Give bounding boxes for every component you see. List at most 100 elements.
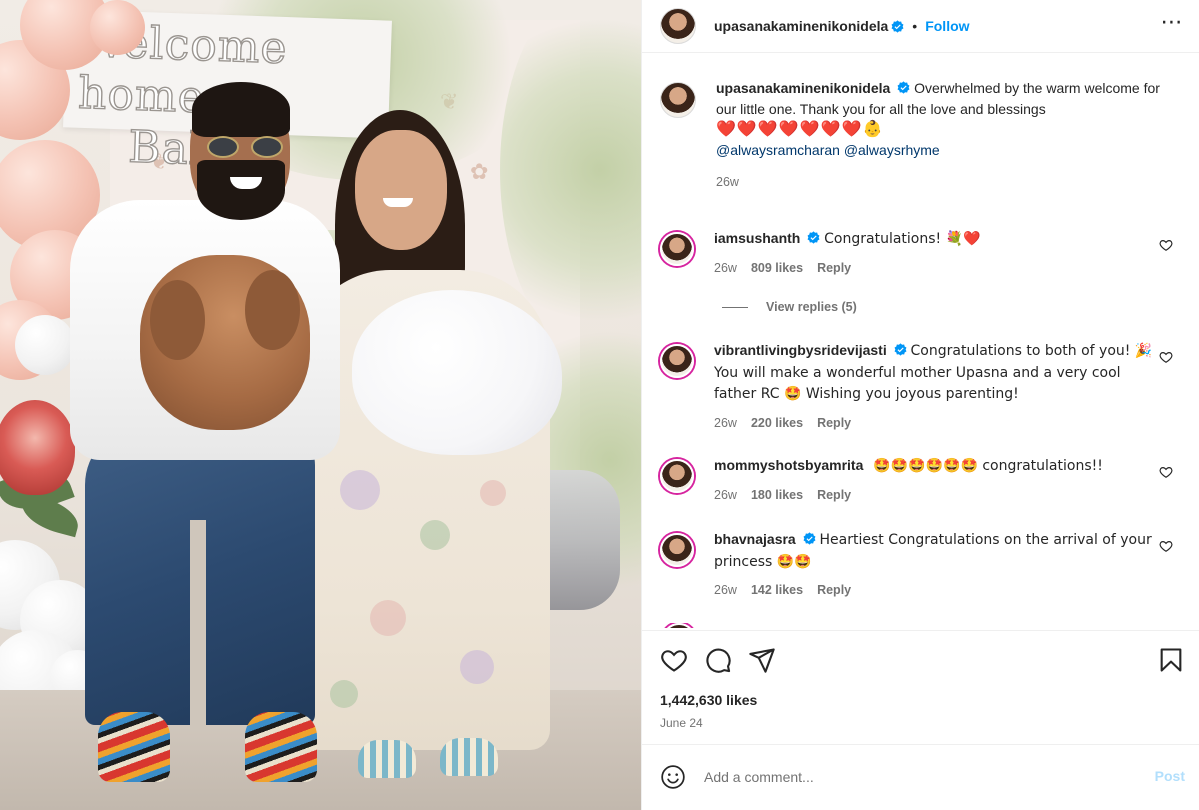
comment-icon[interactable] [704,646,732,674]
comment-username[interactable]: iamsushanth [714,230,800,246]
caption-text-block: upasanakaminenikonidela Overwhelmed by t… [716,78,1161,119]
comment: bhavnajasra Heartiest Congratulations on… [660,529,1185,601]
sandal [358,740,416,778]
comment: mommyshotsbyamrita 🤩🤩🤩🤩🤩🤩 congratulation… [660,455,1185,505]
comment-age[interactable]: 26w [714,485,737,506]
comment-age[interactable]: 26w [714,258,737,279]
comment: vibrantlivingbysridevijasti Congratulati… [660,340,1185,433]
sunglasses [207,136,285,158]
wall-pattern: ✿ [470,160,489,185]
emoji-icon[interactable] [660,764,686,790]
comment-username[interactable]: mommyshotsbyamrita [714,457,863,473]
header-dot: • [912,18,918,34]
post-header: upasanakaminenikonidela • Follow ⋯ [642,0,1199,52]
espadrille-shoe [98,712,170,782]
sandal [440,738,498,776]
post-sidebar: upasanakaminenikonidela • Follow ⋯ upasa… [641,0,1199,810]
more-options-icon[interactable]: ⋯ [1160,11,1184,38]
verified-badge-icon [807,231,820,244]
post-actions [660,646,1185,674]
dress-print [370,600,406,636]
commenter-avatar[interactable] [660,232,694,266]
dress-print [480,480,506,506]
comment-likes[interactable]: 220 likes [751,413,803,434]
caption-meta: 26w [716,172,1161,193]
header-divider [642,52,1199,53]
author-username[interactable]: upasanakaminenikonidela [714,18,888,34]
post-date[interactable]: June 24 [660,716,703,730]
add-comment-input[interactable] [704,769,1124,785]
comments-list[interactable]: upasanakaminenikonidela Overwhelmed by t… [642,62,1199,628]
balloon [90,0,145,55]
comment-age[interactable]: 26w [714,413,737,434]
comment-likes[interactable]: 180 likes [751,485,803,506]
author-avatar[interactable] [660,8,696,44]
woman-face [355,130,447,250]
comment-age[interactable]: 26w [714,580,737,601]
caption-username[interactable]: upasanakaminenikonidela [716,80,890,96]
comment-meta: 26w 809 likes Reply [714,258,1159,279]
author-info: upasanakaminenikonidela • Follow [714,18,970,34]
caption-body: upasanakaminenikonidela Overwhelmed by t… [716,78,1161,193]
like-comment-heart-icon[interactable] [1159,539,1173,553]
comment-meta: 26w 180 likes Reply [714,485,1159,506]
add-comment-row: Post [660,760,1185,794]
comment-text-block: vibrantlivingbysridevijasti Congratulati… [714,340,1159,405]
comment-body: mommyshotsbyamrita 🤩🤩🤩🤩🤩🤩 congratulation… [714,455,1159,505]
dress-print [420,520,450,550]
bookmark-icon[interactable] [1157,646,1185,674]
post-comment-button[interactable]: Post [1155,768,1185,784]
commenter-avatar[interactable] [660,533,694,567]
balloon [15,315,75,375]
instagram-post: ❦ ✿ ❦ Welcome home Bab [0,0,1199,810]
dress-print [330,680,358,708]
like-comment-heart-icon[interactable] [1159,350,1173,364]
reply-button[interactable]: Reply [817,580,851,601]
like-comment-heart-icon[interactable] [1159,238,1173,252]
follow-button[interactable]: Follow [925,18,969,34]
comment-text: 🤩🤩🤩🤩🤩🤩 congratulations!! [873,458,1103,474]
heart-icon[interactable] [660,646,688,674]
protea-flower [0,400,75,495]
like-comment-heart-icon[interactable] [1159,465,1173,479]
dog-ear [150,280,205,360]
dress-print [460,650,494,684]
commenter-avatar [662,623,696,628]
commenter-avatar[interactable] [660,344,694,378]
reply-button[interactable]: Reply [817,485,851,506]
next-comment-avatar-peek [662,623,696,628]
comment-username[interactable]: bhavnajasra [714,531,796,547]
comment-body: vibrantlivingbysridevijasti Congratulati… [714,340,1159,433]
actions-divider [642,630,1199,631]
comment-text-block: bhavnajasra Heartiest Congratulations on… [714,529,1159,572]
comment-body: iamsushanth Congratulations! 💐❤️ 26w 809… [714,228,1159,278]
comment-likes[interactable]: 809 likes [751,258,803,279]
woman-smile [383,198,413,207]
share-icon[interactable] [748,646,776,674]
author-avatar[interactable] [660,82,696,118]
comment-likes[interactable]: 142 likes [751,580,803,601]
likes-count[interactable]: 1,442,630 likes [660,692,757,708]
comment-meta: 26w 220 likes Reply [714,413,1159,434]
commenter-avatar[interactable] [660,459,694,493]
man-hair [192,82,290,137]
view-replies-button[interactable]: View replies (5) [722,300,857,314]
add-comment-divider [642,744,1199,745]
post-photo[interactable]: ❦ ✿ ❦ Welcome home Bab [0,0,641,810]
man-jeans-gap [190,520,206,730]
reply-button[interactable]: Reply [817,258,851,279]
comment-meta: 26w 142 likes Reply [714,580,1159,601]
verified-badge-icon [897,81,910,94]
caption-mentions: @alwaysramcharan @alwaysrhyme [716,140,1161,161]
comment-username[interactable]: vibrantlivingbysridevijasti [714,342,887,358]
comment: iamsushanth Congratulations! 💐❤️ 26w 809… [660,228,1185,278]
view-replies-line [722,306,748,308]
caption: upasanakaminenikonidela Overwhelmed by t… [660,78,1185,193]
mention-link[interactable]: @alwaysramcharan [716,142,840,158]
mention-link[interactable]: @alwaysrhyme [844,142,940,158]
comment-text: Congratulations! 💐❤️ [824,231,981,247]
caption-age[interactable]: 26w [716,172,739,193]
reply-button[interactable]: Reply [817,413,851,434]
caption-emoji-line: ❤️❤️❤️❤️❤️❤️❤️👶 [716,119,884,138]
verified-badge-icon [891,19,904,33]
